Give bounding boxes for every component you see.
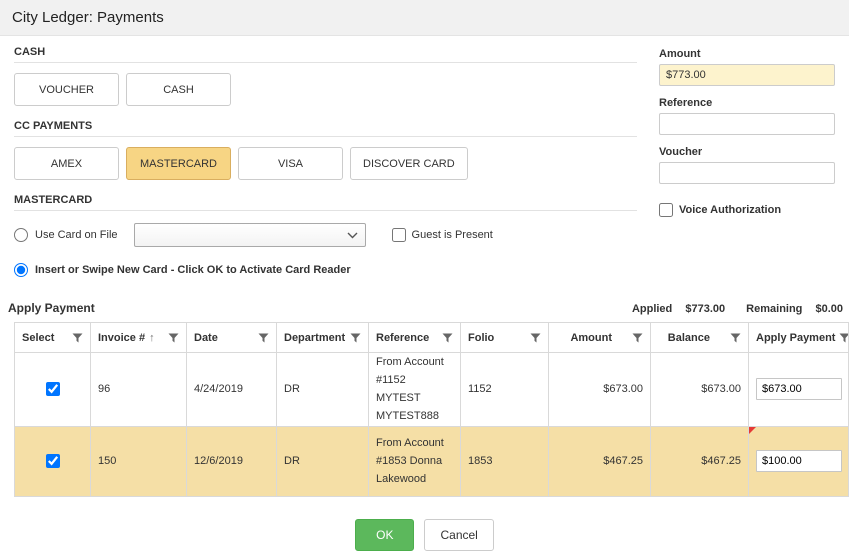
cash-button[interactable]: CASH [126, 73, 231, 106]
modified-cell-marker-icon [749, 427, 756, 434]
apply-payment-title: Apply Payment [8, 301, 95, 315]
guest-is-present-checkbox-row[interactable]: Guest is Present [391, 228, 493, 242]
remaining-value: $0.00 [815, 303, 843, 315]
filter-icon[interactable] [442, 333, 453, 343]
page-title: City Ledger: Payments [12, 9, 164, 26]
mastercard-button[interactable]: MASTERCARD [126, 147, 231, 180]
filter-icon[interactable] [730, 333, 741, 343]
department-cell: DR [276, 425, 369, 497]
balance-cell: $467.25 [650, 425, 749, 497]
column-header-department: Department [284, 331, 346, 344]
payment-methods-panel: CASH VOUCHER CASH CC PAYMENTS AMEX MASTE… [14, 46, 637, 293]
use-card-on-file-label: Use Card on File [35, 229, 118, 241]
balance-cell: $673.00 [650, 352, 749, 427]
filter-icon[interactable] [350, 333, 361, 343]
applied-value: $773.00 [685, 303, 726, 315]
voice-authorization-row[interactable]: Voice Authorization [659, 203, 835, 217]
cc-payments-section-label: CC PAYMENTS [14, 120, 93, 132]
folio-cell: 1152 [460, 352, 549, 427]
card-on-file-dropdown[interactable] [133, 223, 366, 247]
row-select-checkbox[interactable] [46, 454, 60, 469]
apply-payment-input[interactable] [756, 378, 842, 401]
remaining-label: Remaining [746, 303, 803, 315]
reference-input[interactable] [659, 113, 835, 135]
reference-cell: From Account #1152 MYTEST MYTEST888 [368, 352, 461, 427]
amount-cell: $673.00 [548, 352, 651, 427]
amount-cell: $467.25 [548, 425, 651, 497]
footer-actions: OK Cancel [0, 518, 849, 551]
column-header-invoice: Invoice # [98, 331, 146, 344]
column-header-apply-payment: Apply Payment [756, 331, 836, 344]
folio-cell: 1853 [460, 425, 549, 497]
apply-payment-input[interactable] [756, 450, 842, 473]
guest-is-present-label: Guest is Present [411, 229, 493, 241]
title-bar: City Ledger: Payments [0, 0, 849, 36]
department-cell: DR [276, 352, 369, 427]
card-on-file-row: Use Card on File Guest is Present [14, 223, 637, 247]
amount-label: Amount [659, 48, 701, 60]
chevron-down-icon [347, 232, 358, 239]
discover-card-button[interactable]: DISCOVER CARD [350, 147, 468, 180]
date-cell: 12/6/2019 [186, 425, 277, 497]
applied-label: Applied [631, 303, 673, 315]
reference-cell: From Account #1853 Donna Lakewood [368, 425, 461, 497]
divider [14, 136, 637, 137]
voucher-label: Voucher [659, 146, 703, 158]
cash-section-label: CASH [14, 46, 46, 58]
cash-buttons-row: VOUCHER CASH [14, 73, 637, 106]
column-header-reference: Reference [376, 331, 430, 344]
cancel-button[interactable]: Cancel [424, 518, 494, 551]
column-header-select: Select [22, 331, 55, 344]
filter-icon[interactable] [72, 333, 83, 343]
payment-details-panel: Amount Reference Voucher Voice Authoriza… [659, 46, 835, 293]
row-select-checkbox[interactable] [46, 382, 60, 397]
amex-button[interactable]: AMEX [14, 147, 119, 180]
main-content: CASH VOUCHER CASH CC PAYMENTS AMEX MASTE… [0, 36, 849, 293]
guest-is-present-checkbox[interactable] [391, 228, 406, 242]
voice-authorization-label: Voice Authorization [679, 204, 782, 216]
voucher-input[interactable] [659, 162, 835, 184]
cc-buttons-row: AMEX MASTERCARD VISA DISCOVER CARD [14, 147, 637, 180]
filter-icon[interactable] [530, 333, 541, 343]
voice-authorization-checkbox[interactable] [659, 203, 673, 217]
insert-swipe-row: Insert or Swipe New Card - Click OK to A… [14, 263, 637, 277]
invoice-cell: 96 [90, 352, 187, 427]
insert-swipe-radio[interactable] [14, 263, 28, 277]
table-header-row: Select Invoice # ↑ Date Department Refere… [14, 322, 849, 353]
ok-button[interactable]: OK [355, 518, 415, 551]
insert-swipe-label: Insert or Swipe New Card - Click OK to A… [35, 264, 351, 276]
invoices-table: Select Invoice # ↑ Date Department Refere… [14, 322, 849, 497]
amount-input[interactable] [659, 64, 835, 86]
payment-totals: Applied $773.00 Remaining $0.00 [614, 303, 843, 315]
divider [14, 62, 637, 63]
table-row-selected[interactable]: 150 12/6/2019 DR From Account #1853 Donn… [14, 425, 849, 497]
visa-button[interactable]: VISA [238, 147, 343, 180]
column-header-date: Date [194, 331, 218, 344]
column-header-folio: Folio [468, 331, 495, 344]
filter-icon[interactable] [258, 333, 269, 343]
apply-payment-bar: Apply Payment Applied $773.00 Remaining … [0, 293, 849, 322]
column-header-balance: Balance [667, 331, 710, 344]
table-row[interactable]: 96 4/24/2019 DR From Account #1152 MYTES… [14, 352, 849, 427]
divider [14, 210, 637, 211]
sort-ascending-icon[interactable]: ↑ [149, 332, 155, 344]
filter-icon[interactable] [168, 333, 179, 343]
reference-label: Reference [659, 97, 713, 109]
date-cell: 4/24/2019 [186, 352, 277, 427]
invoice-cell: 150 [90, 425, 187, 497]
filter-icon[interactable] [839, 333, 848, 343]
voucher-button[interactable]: VOUCHER [14, 73, 119, 106]
use-card-on-file-radio[interactable] [14, 228, 28, 242]
mastercard-section-label: MASTERCARD [14, 194, 93, 206]
filter-icon[interactable] [632, 333, 643, 343]
column-header-amount: Amount [570, 331, 612, 344]
